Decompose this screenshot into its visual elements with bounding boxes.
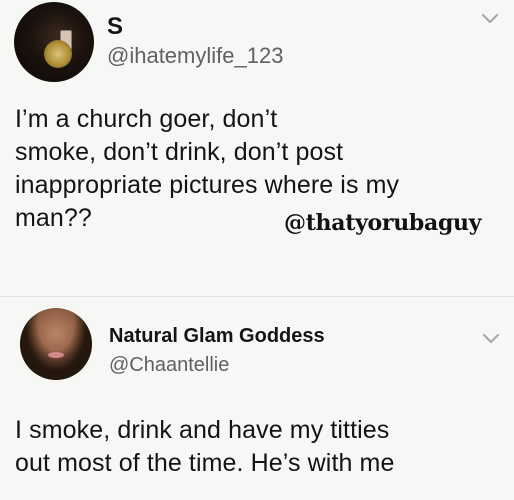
display-name[interactable]: Natural Glam Goddess bbox=[109, 325, 325, 348]
chevron-down-icon[interactable] bbox=[480, 12, 500, 26]
screenshot-frame: S @ihatemylife_123 I’m a church goer, do… bbox=[0, 0, 514, 500]
tweet-card: Natural Glam Goddess @Chaantellie I smok… bbox=[0, 296, 514, 500]
tweet-card: S @ihatemylife_123 I’m a church goer, do… bbox=[0, 0, 514, 296]
user-avatar[interactable] bbox=[20, 308, 92, 380]
watermark: @thatyorubaguy bbox=[284, 210, 482, 236]
avatar-horn-detail bbox=[44, 40, 72, 68]
display-name[interactable]: S bbox=[107, 13, 123, 41]
user-handle[interactable]: @Chaantellie bbox=[109, 354, 229, 377]
avatar-hair-detail bbox=[20, 308, 92, 380]
avatar-lips-detail bbox=[48, 352, 64, 358]
user-avatar[interactable] bbox=[14, 2, 94, 82]
user-handle[interactable]: @ihatemylife_123 bbox=[107, 43, 283, 69]
chevron-down-icon[interactable] bbox=[481, 332, 501, 346]
tweet-text: I smoke, drink and have my titties out m… bbox=[15, 416, 395, 477]
